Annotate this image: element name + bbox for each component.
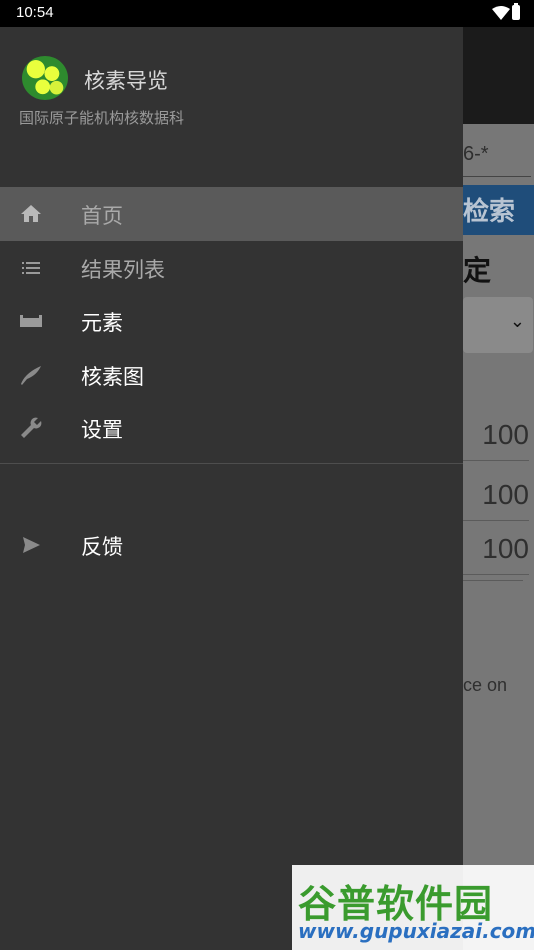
- navigation-drawer: 核素导览 国际原子能机构核数据科 首页 结果列表 元素 核素图 设置 反馈: [0, 27, 463, 950]
- app-logo-icon: [22, 56, 68, 100]
- menu-item-label: 设置: [81, 418, 123, 442]
- bg-divider: [463, 580, 523, 581]
- menu-item-label: 反馈: [81, 535, 123, 559]
- list-icon: [22, 261, 40, 274]
- send-icon: [23, 537, 40, 553]
- bg-section-title: 定: [463, 254, 492, 287]
- menu-item-label: 结果列表: [81, 257, 165, 282]
- element-table-icon: [20, 315, 42, 327]
- drawer-secondary-menu: 反馈: [0, 518, 463, 572]
- menu-item-label: 核素图: [81, 364, 144, 389]
- home-icon: [21, 205, 41, 222]
- chevron-down-icon: ⌄: [509, 311, 525, 332]
- bg-note-text: ce on: [463, 675, 508, 695]
- wifi-icon: [492, 6, 510, 20]
- app-name: 核素导览: [84, 69, 168, 93]
- menu-item-elements[interactable]: 元素: [0, 294, 463, 348]
- menu-item-label: 元素: [81, 311, 123, 335]
- bg-search-button: 检索: [463, 185, 534, 235]
- chart-curve-icon: [21, 365, 41, 385]
- watermark-url: www.gupuxiazai.com: [298, 919, 534, 943]
- wrench-icon: [21, 417, 42, 438]
- bg-number-field: 100: [463, 475, 529, 521]
- bg-search-input: 6-*: [463, 139, 531, 177]
- bg-number-field: 100: [463, 415, 529, 461]
- menu-item-label: 首页: [81, 204, 123, 228]
- battery-icon: [512, 3, 520, 20]
- bg-number-field: 100: [463, 529, 529, 575]
- menu-divider: [0, 463, 463, 464]
- drawer-header: 核素导览 国际原子能机构核数据科: [0, 27, 463, 187]
- app-subtitle: 国际原子能机构核数据科: [19, 109, 185, 127]
- status-bar: 10:54: [0, 0, 534, 27]
- menu-item-home[interactable]: 首页: [0, 187, 463, 241]
- bg-dropdown: ⌄: [463, 297, 533, 353]
- menu-item-feedback[interactable]: 反馈: [0, 518, 463, 572]
- status-time: 10:54: [16, 4, 54, 21]
- watermark: 谷普软件园 www.gupuxiazai.com: [292, 865, 534, 950]
- menu-item-nuclide-chart[interactable]: 核素图: [0, 348, 463, 402]
- drawer-menu: 首页 结果列表 元素 核素图 设置: [0, 187, 463, 455]
- menu-item-results[interactable]: 结果列表: [0, 241, 463, 295]
- menu-item-settings[interactable]: 设置: [0, 401, 463, 455]
